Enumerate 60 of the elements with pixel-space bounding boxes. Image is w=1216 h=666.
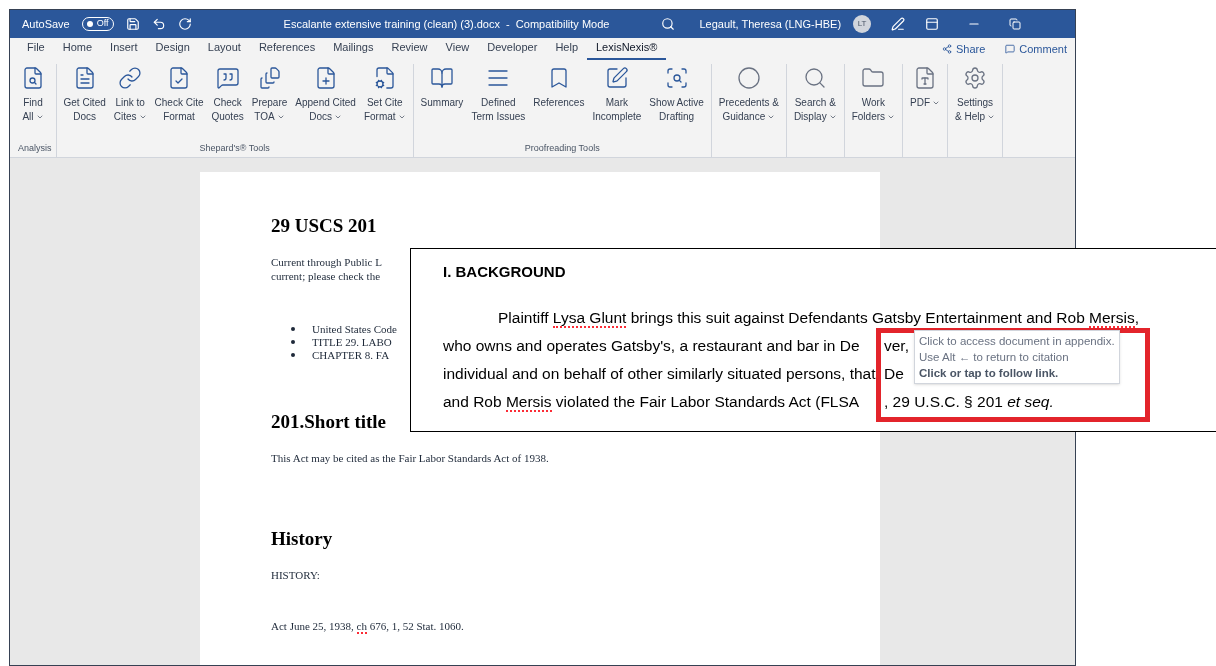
ribbon-tab[interactable]: Layout <box>198 38 250 60</box>
ribbon-tab[interactable]: Mailings <box>324 38 383 60</box>
comments-button[interactable]: Comment <box>993 40 1067 60</box>
ribbon-tab[interactable]: View <box>436 38 479 60</box>
ribbon-tab[interactable]: References <box>249 38 325 60</box>
ribbon-button[interactable]: Append Cited Docs <box>292 64 359 142</box>
ribbon-button[interactable]: Prepare TOA <box>248 64 291 142</box>
section-heading: History <box>271 526 334 551</box>
excerpt-text: who owns and operates Gatsby's, a restaurant and bar in De <box>443 335 861 356</box>
ribbon-button[interactable]: Search & Display <box>790 64 840 157</box>
ribbon-button[interactable]: Settings & Help <box>952 64 999 157</box>
ribbon-tab[interactable]: Review <box>382 38 437 60</box>
share-button[interactable]: Share <box>933 40 994 60</box>
ribbon-tab[interactable]: File <box>18 38 54 60</box>
group-label: Analysis <box>18 141 52 155</box>
excerpt-text: individual and on behalf of other similarly situated persons, that <box>443 363 875 384</box>
excerpt-text: and Rob Mersis violated the Fair Labor Standards Act (FLSA <box>443 391 861 414</box>
ribbon-button[interactable]: Defined Term Issues <box>468 64 529 142</box>
group-label: Shepard's® Tools <box>198 141 271 155</box>
excerpt-heading: I. BACKGROUND <box>443 262 567 282</box>
ribbon-button[interactable]: Work Folders <box>848 64 899 157</box>
ribbon-tab[interactable]: Design <box>146 38 199 60</box>
bullet-item: TITLE 29. LABO <box>312 335 392 349</box>
ribbon-button[interactable]: Show Active Drafting <box>646 64 707 142</box>
document-text: This Act may be cited as the Fair Labor Standards Act of 1938. <box>271 451 550 466</box>
user-name: Legault, Theresa (LNG-HBE) <box>699 16 842 32</box>
tooltip-text: Click or tap to follow link. <box>919 366 1060 381</box>
ribbon-button[interactable]: Summary <box>417 64 467 142</box>
avatar[interactable]: LT <box>853 15 872 33</box>
ribbon-button[interactable]: Link to Cites <box>110 64 150 142</box>
ribbon-button[interactable]: Set Cite Format <box>360 64 409 142</box>
document-text: HISTORY: <box>271 568 321 583</box>
tooltip-text: Use Alt ← to return to citation <box>919 350 1070 365</box>
excerpt-text: De <box>884 363 904 384</box>
ribbon-button[interactable]: Mark Incomplete <box>589 64 645 142</box>
excerpt-text: Plaintiff Lysa Glunt brings this suit against Defendants Gatsby Entertainment and Rob Mersis, <box>498 307 1140 330</box>
document-text: Current through Public L <box>271 254 382 269</box>
ribbon-tab[interactable]: Home <box>53 38 102 60</box>
ribbon-button[interactable]: Get Cited Docs <box>60 64 109 142</box>
autosave-label: AutoSave <box>22 16 70 32</box>
ribbon-tab[interactable]: Help <box>546 38 587 60</box>
ribbon-button[interactable]: Find All <box>18 64 48 142</box>
section-heading: 201.Short title <box>271 409 388 434</box>
ribbon-button[interactable]: Check Cite Format <box>151 64 207 142</box>
document-text: Act June 25, 1938, ch 676, 1, 52 Stat. 1060. <box>271 618 465 634</box>
ribbon-tab[interactable]: Developer <box>478 38 547 60</box>
ribbon-button[interactable]: Check Quotes <box>208 64 247 142</box>
group-label: Proofreading Tools <box>523 141 601 155</box>
ribbon-tab[interactable]: Insert <box>101 38 147 60</box>
ribbon-button[interactable]: PDF <box>907 64 944 157</box>
bullet-item: CHAPTER 8. FA <box>312 348 390 362</box>
document-text: current; please check the <box>271 268 381 283</box>
ribbon-button[interactable]: Precedents & Guidance <box>715 64 782 157</box>
ribbon-button[interactable]: References <box>530 64 588 142</box>
excerpt-text: ver, <box>884 335 909 356</box>
document-title: Escalante extensive training (clean) (3).docx - Compatibility Mode <box>283 16 610 32</box>
excerpt-text: , 29 U.S.C. § 201 et seq. <box>884 391 1054 412</box>
tooltip-text: Click to access document in appendix. <box>919 334 1115 349</box>
bullet-item: United States Code <box>312 322 397 336</box>
document-heading: 29 USCS 201 <box>271 214 378 238</box>
